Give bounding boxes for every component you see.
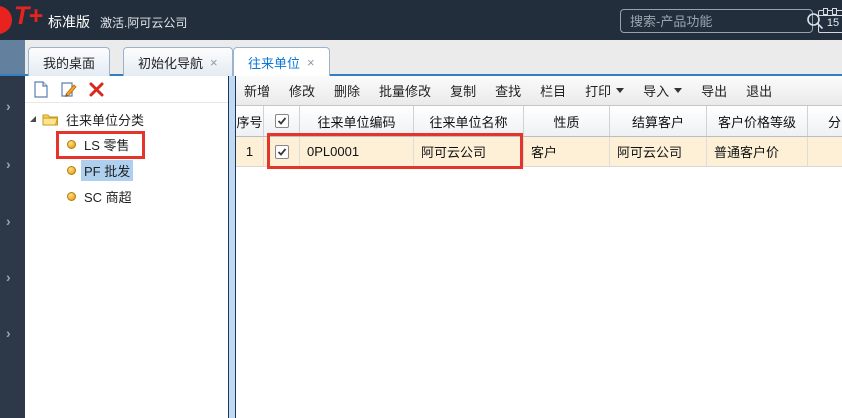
chevron-right-icon[interactable]: › <box>6 98 20 114</box>
tab-my-desktop[interactable]: 我的桌面 <box>28 47 111 76</box>
tree-root-label: 往来单位分类 <box>66 112 145 128</box>
brand-logo-icon <box>0 6 12 34</box>
modify-button[interactable]: 修改 <box>289 81 315 100</box>
header-code: 往来单位编码 <box>300 106 414 136</box>
cell-code: 0PL0001 <box>300 137 414 166</box>
cell-nature: 客户 <box>524 137 610 166</box>
cell-price-level: 普通客户价 <box>707 137 808 166</box>
export-button[interactable]: 导出 <box>701 81 727 100</box>
product-search-box <box>620 9 823 33</box>
import-dropdown-button[interactable]: 导入 <box>643 81 683 100</box>
classification-panel: 往来单位分类 LS 零售 PF 批发 SC 商超 <box>25 76 228 418</box>
exit-button[interactable]: 退出 <box>746 81 772 100</box>
activation-status: 激活.阿可云公司 <box>100 16 188 30</box>
new-category-icon[interactable] <box>32 80 49 98</box>
tree-item-label: SC 商超 <box>84 189 132 205</box>
tab-label: 我的桌面 <box>43 55 96 71</box>
classification-tree: 往来单位分类 LS 零售 PF 批发 SC 商超 <box>25 103 228 209</box>
folder-icon <box>42 114 59 126</box>
partner-list-panel: 新增 修改 删除 批量修改 复制 查找 栏目 打印 导入 导出 退出 序号 往来… <box>236 76 842 418</box>
edition-label: 标准版 <box>48 14 90 30</box>
tab-label: 初始化导航 <box>138 55 204 71</box>
category-bullet-icon <box>67 165 76 175</box>
cell-settlement-customer: 阿可云公司 <box>610 137 707 166</box>
chevron-right-icon[interactable]: › <box>6 325 20 341</box>
tab-business-partner[interactable]: 往来单位 × <box>233 47 330 76</box>
close-icon[interactable]: × <box>210 56 218 69</box>
tree-item-pf-wholesale[interactable]: PF 批发 <box>25 157 228 183</box>
copy-button[interactable]: 复制 <box>450 81 476 100</box>
print-dropdown-button[interactable]: 打印 <box>585 81 625 100</box>
header-index: 序号 <box>236 106 264 136</box>
select-all-checkbox[interactable] <box>274 114 289 128</box>
tree-root-node[interactable]: 往来单位分类 <box>25 107 228 131</box>
tab-label: 往来单位 <box>248 55 301 71</box>
close-icon[interactable]: × <box>307 56 315 69</box>
chevron-right-icon[interactable]: › <box>6 213 20 229</box>
action-toolbar: 新增 修改 删除 批量修改 复制 查找 栏目 打印 导入 导出 退出 <box>236 76 842 106</box>
header-name: 往来单位名称 <box>414 106 524 136</box>
new-button[interactable]: 新增 <box>244 81 270 100</box>
header-category-clipped: 分 <box>808 106 842 136</box>
tab-init-navigation[interactable]: 初始化导航 × <box>123 47 233 76</box>
calendar-day: 15 <box>826 17 840 29</box>
collapsed-nav-strip: › › › › › <box>0 76 25 418</box>
delete-button[interactable]: 删除 <box>334 81 360 100</box>
tree-item-ls-retail[interactable]: LS 零售 <box>25 131 228 157</box>
cell-category <box>808 137 842 166</box>
header-select-all <box>264 106 300 136</box>
chevron-right-icon[interactable]: › <box>6 269 20 285</box>
edit-category-icon[interactable] <box>60 81 77 98</box>
cell-name: 阿可云公司 <box>414 137 524 166</box>
columns-button[interactable]: 栏目 <box>540 81 566 100</box>
search-input[interactable] <box>621 10 806 32</box>
row-checkbox[interactable] <box>274 144 289 159</box>
table-header-row: 序号 往来单位编码 往来单位名称 性质 结算客户 客户价格等级 分 <box>236 106 842 137</box>
table-row[interactable]: 1 0PL0001 阿可云公司 客户 阿可云公司 普通客户价 <box>236 137 842 167</box>
calendar-top <box>819 11 842 16</box>
header-settlement-customer: 结算客户 <box>610 106 707 136</box>
tree-expander-icon[interactable] <box>30 116 36 122</box>
cell-index: 1 <box>236 137 264 166</box>
category-bullet-icon <box>67 139 76 149</box>
tree-item-sc-supermarket[interactable]: SC 商超 <box>25 183 228 209</box>
delete-category-icon[interactable] <box>88 81 105 98</box>
app-window: T+ 标准版 激活.阿可云公司 15 我的桌面 初始化导航 × 往来单位 × <box>0 0 842 418</box>
title-bar: T+ 标准版 激活.阿可云公司 15 <box>0 0 842 40</box>
caret-down-icon <box>674 88 683 93</box>
nav-corner-block <box>0 40 25 76</box>
category-bullet-icon <box>67 191 76 201</box>
tplus-logo: T+ <box>14 2 43 30</box>
panel-splitter[interactable] <box>228 76 236 418</box>
header-nature: 性质 <box>524 106 610 136</box>
tree-toolbar <box>25 76 228 103</box>
header-price-level: 客户价格等级 <box>707 106 808 136</box>
cell-checkbox <box>264 137 300 166</box>
chevron-right-icon[interactable]: › <box>6 156 20 172</box>
batch-modify-button[interactable]: 批量修改 <box>379 81 431 100</box>
calendar-icon[interactable]: 15 <box>818 8 842 33</box>
caret-down-icon <box>616 88 625 93</box>
find-button[interactable]: 查找 <box>495 81 521 100</box>
tab-bar: 我的桌面 初始化导航 × 往来单位 × <box>0 40 842 76</box>
tree-item-label: LS 零售 <box>84 137 130 153</box>
tree-item-label: PF 批发 <box>81 159 134 181</box>
